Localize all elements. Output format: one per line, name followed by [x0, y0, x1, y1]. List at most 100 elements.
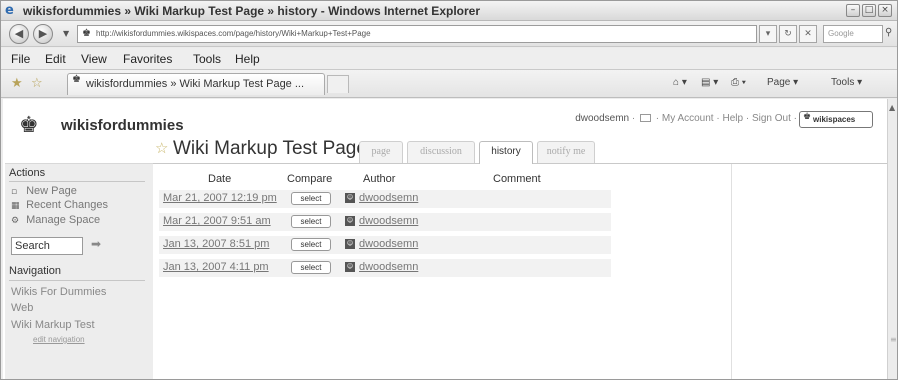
new-tab-button[interactable]	[327, 75, 349, 93]
recent-changes-label: Recent Changes	[26, 199, 109, 211]
address-url: http://wikisfordummies.wikispaces.com/pa…	[96, 29, 371, 38]
search-input[interactable]: Google	[823, 25, 883, 43]
content-divider	[731, 164, 732, 379]
stop-icon[interactable]: ✕	[799, 25, 817, 43]
back-button[interactable]: ◀	[9, 24, 29, 44]
address-bar: ◀ ▶ ▼ ♚ http://wikisfordummies.wikispace…	[1, 21, 897, 47]
navigation-divider	[9, 280, 145, 281]
tab-discussion[interactable]: discussion	[407, 141, 475, 163]
page-viewport: ♚ wikisfordummies dwoodsemn · · My Accou…	[3, 99, 887, 379]
author-link[interactable]: dwoodsemn	[359, 192, 418, 204]
page-menu[interactable]: Page ▾	[767, 77, 798, 88]
column-header-compare: Compare	[287, 173, 333, 185]
watch-star-icon[interactable]: ☆	[155, 139, 168, 157]
select-button[interactable]: select	[291, 192, 331, 205]
site-name[interactable]: wikisfordummies	[61, 117, 184, 134]
home-icon[interactable]: ⌂ ▾	[673, 77, 687, 88]
avatar-icon: ☺	[345, 216, 355, 226]
wikispaces-brand-icon: ♚	[803, 112, 812, 122]
tab-toolbar: ★ ☆ ♚ wikisfordummies » Wiki Markup Test…	[1, 70, 897, 98]
tools-menu[interactable]: Tools ▾	[831, 77, 862, 88]
author-link[interactable]: dwoodsemn	[359, 215, 418, 227]
revision-date-link[interactable]: Mar 21, 2007 9:51 am	[163, 215, 271, 227]
manage-space-link[interactable]: ⚙ Manage Space	[11, 214, 100, 226]
table-row: Jan 13, 2007 4:11 pm select ☺ dwoodsemn	[159, 259, 611, 277]
my-account-link[interactable]: My Account	[662, 113, 714, 124]
history-dropdown-icon[interactable]: ▼	[63, 29, 69, 38]
close-button[interactable]: ×	[878, 4, 892, 17]
browser-window: e wikisfordummies » Wiki Markup Test Pag…	[0, 0, 898, 380]
column-header-comment: Comment	[493, 173, 541, 185]
feeds-icon[interactable]: ▤ ▾	[701, 77, 718, 88]
ie-icon: e	[5, 3, 14, 18]
revision-date-link[interactable]: Jan 13, 2007 4:11 pm	[163, 261, 269, 273]
nav-item-web[interactable]: Web	[11, 302, 33, 314]
author-link[interactable]: dwoodsemn	[359, 238, 418, 250]
new-page-link[interactable]: ▫ New Page	[11, 185, 77, 197]
wikispaces-logo-icon: ♚	[19, 113, 39, 138]
select-button[interactable]: select	[291, 215, 331, 228]
tab-notify-me[interactable]: notify me	[537, 141, 595, 163]
tab-page[interactable]: page	[359, 141, 403, 163]
address-dropdown-icon[interactable]: ▾	[759, 25, 777, 43]
minimize-button[interactable]: –	[846, 4, 860, 17]
favorites-star-icon[interactable]: ★	[11, 76, 23, 91]
title-bar: e wikisfordummies » Wiki Markup Test Pag…	[1, 1, 897, 21]
window-title: wikisfordummies » Wiki Markup Test Page …	[23, 4, 480, 18]
revision-date-link[interactable]: Mar 21, 2007 12:19 pm	[163, 192, 277, 204]
avatar-icon: ☺	[345, 262, 355, 272]
revision-date-link[interactable]: Jan 13, 2007 8:51 pm	[163, 238, 269, 250]
username-link[interactable]: dwoodsemn	[575, 113, 629, 124]
wikispaces-brand-button[interactable]: ♚ wikispaces	[799, 111, 873, 128]
tab-history[interactable]: history	[479, 141, 533, 164]
mail-icon[interactable]	[640, 114, 651, 123]
help-link[interactable]: Help	[722, 113, 743, 124]
favicon-icon: ♚	[82, 28, 91, 39]
sidebar-search-input[interactable]: Search	[11, 237, 83, 255]
column-header-author: Author	[363, 173, 396, 185]
search-go-icon[interactable]: ➡	[91, 237, 101, 251]
top-user-nav: dwoodsemn · · My Account · Help · Sign O…	[575, 113, 797, 124]
add-favorites-icon[interactable]: ☆	[31, 76, 43, 91]
scroll-up-icon[interactable]: ▲	[889, 103, 895, 112]
tab-label: wikisfordummies » Wiki Markup Test Page …	[86, 78, 305, 90]
browser-tab[interactable]: ♚ wikisfordummies » Wiki Markup Test Pag…	[67, 73, 325, 95]
menu-help[interactable]: Help	[235, 52, 260, 66]
address-input[interactable]: ♚ http://wikisfordummies.wikispaces.com/…	[77, 25, 757, 43]
menu-edit[interactable]: Edit	[45, 52, 66, 66]
maximize-button[interactable]: □	[862, 4, 876, 17]
scroll-grip-icon[interactable]: ≡	[890, 335, 897, 344]
column-header-date: Date	[208, 173, 232, 185]
navigation-heading: Navigation	[9, 265, 61, 277]
nav-item-wikis-for-dummies[interactable]: Wikis For Dummies	[11, 286, 106, 298]
vertical-scrollbar[interactable]: ▲ ≡	[887, 99, 897, 379]
manage-space-label: Manage Space	[26, 214, 101, 226]
menu-bar: File Edit View Favorites Tools Help	[1, 48, 897, 70]
avatar-icon: ☺	[345, 239, 355, 249]
edit-navigation-link[interactable]: edit navigation	[33, 335, 85, 344]
refresh-icon[interactable]: ↻	[779, 25, 797, 43]
author-link[interactable]: dwoodsemn	[359, 261, 418, 273]
table-row: Jan 13, 2007 8:51 pm select ☺ dwoodsemn	[159, 236, 611, 254]
forward-button[interactable]: ▶	[33, 24, 53, 44]
select-button[interactable]: select	[291, 261, 331, 274]
manage-space-icon: ⚙	[11, 216, 20, 226]
select-button[interactable]: select	[291, 238, 331, 251]
menu-favorites[interactable]: Favorites	[123, 52, 172, 66]
recent-changes-link[interactable]: ▦ Recent Changes	[11, 199, 108, 211]
search-icon[interactable]: ⚲	[885, 27, 892, 38]
menu-file[interactable]: File	[11, 52, 30, 66]
tab-favicon-icon: ♚	[72, 74, 81, 85]
menu-view[interactable]: View	[81, 52, 107, 66]
wikispaces-brand-label: wikispaces	[813, 115, 856, 124]
actions-heading: Actions	[9, 167, 46, 179]
avatar-icon: ☺	[345, 193, 355, 203]
menu-tools[interactable]: Tools	[193, 52, 221, 66]
new-page-icon: ▫	[11, 187, 18, 197]
print-icon[interactable]: ⎙ ▾	[731, 77, 746, 88]
table-row: Mar 21, 2007 12:19 pm select ☺ dwoodsemn	[159, 190, 611, 208]
sign-out-link[interactable]: Sign Out	[752, 113, 791, 124]
nav-item-wiki-markup-test[interactable]: Wiki Markup Test	[11, 319, 95, 331]
page-title: Wiki Markup Test Page	[173, 138, 367, 159]
new-page-label: New Page	[26, 185, 77, 197]
